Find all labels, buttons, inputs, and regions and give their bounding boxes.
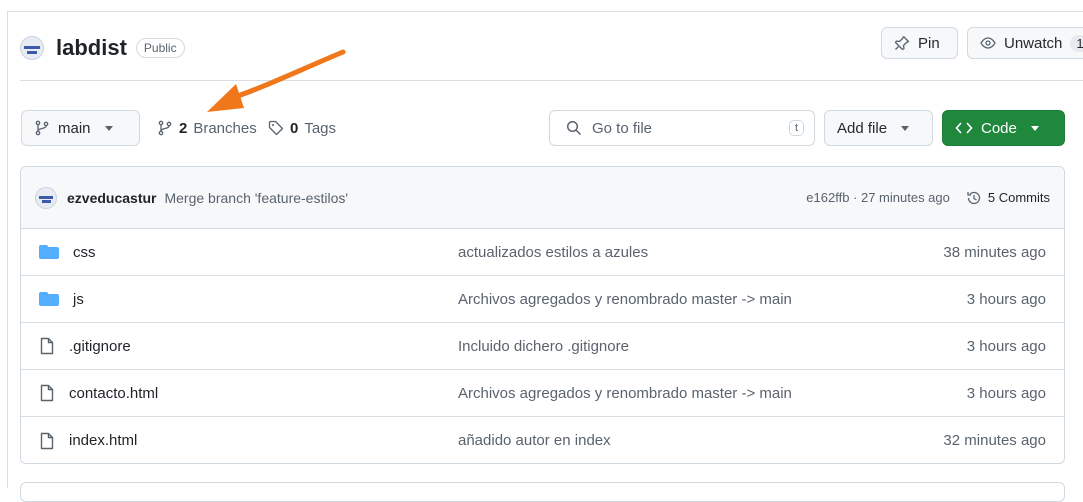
table-row[interactable]: .gitignore Incluido dichero .gitignore 3 h… (21, 323, 1064, 370)
file-commit-message[interactable]: Incluido dichero .gitignore (458, 338, 967, 355)
repo-name[interactable]: labdist (56, 35, 127, 61)
commits-link[interactable]: 5 Commits (966, 190, 1050, 206)
file-name-cell: .gitignore (39, 337, 458, 355)
watch-label: Unwatch (1004, 34, 1063, 52)
tags-link[interactable]: 0 Tags (268, 110, 336, 146)
commit-author[interactable]: ezveducastur (67, 190, 156, 206)
file-name[interactable]: index.html (69, 432, 137, 449)
table-row[interactable]: css actualizados estilos a azules 38 minut… (21, 229, 1064, 276)
table-row[interactable]: js Archivos agregados y renombrado master… (21, 276, 1064, 323)
file-commit-message[interactable]: Archivos agregados y renombrado master -… (458, 291, 967, 308)
file-name-cell: contacto.html (39, 384, 458, 402)
file-table: ezveducastur Merge branch 'feature-estil… (20, 166, 1065, 464)
file-name-cell: js (39, 291, 458, 308)
branches-count: 2 (179, 119, 188, 137)
watch-button[interactable]: Unwatch 1 (967, 27, 1083, 59)
file-age: 38 minutes ago (943, 243, 1046, 261)
repo-avatar[interactable] (20, 36, 44, 60)
file-age: 3 hours ago (966, 384, 1046, 402)
avatar[interactable] (35, 186, 57, 209)
chevron-down-icon (1030, 125, 1039, 131)
tags-count: 0 (290, 119, 299, 137)
file-age: 32 minutes ago (943, 432, 1046, 449)
commits-label: 5 Commits (987, 190, 1050, 205)
file-icon (39, 337, 55, 355)
pin-icon (894, 35, 910, 51)
pin-button[interactable]: Pin (881, 27, 958, 59)
tags-label: Tags (304, 119, 337, 137)
file-name[interactable]: js (73, 291, 84, 308)
code-icon (955, 120, 973, 136)
file-name[interactable]: contacto.html (69, 385, 158, 402)
branch-select[interactable]: main (21, 110, 140, 146)
branches-link[interactable]: 2 Branches (157, 110, 257, 146)
readme-box (20, 482, 1065, 502)
file-commit-message[interactable]: actualizados estilos a azules (458, 244, 943, 261)
file-commit-message[interactable]: añadido autor en index (458, 432, 943, 449)
tag-icon (268, 120, 284, 136)
code-button[interactable]: Code (942, 110, 1065, 146)
file-name[interactable]: css (73, 244, 96, 261)
file-name-cell: index.html (39, 432, 458, 450)
branch-name: main (58, 119, 91, 137)
search-icon (566, 120, 582, 136)
file-name[interactable]: .gitignore (69, 338, 131, 355)
file-icon (39, 384, 55, 402)
commit-meta[interactable]: e162ffb · 27 minutes ago (806, 190, 950, 205)
latest-commit-bar: ezveducastur Merge branch 'feature-estil… (21, 167, 1064, 229)
branches-label: Branches (193, 119, 257, 137)
repo-header: labdist Public (20, 30, 185, 66)
code-label: Code (981, 119, 1017, 137)
header-divider (20, 80, 1083, 81)
go-to-file-input[interactable]: Go to file t (549, 110, 815, 146)
table-row[interactable]: contacto.html Archivos agregados y renomb… (21, 370, 1064, 417)
folder-icon (39, 292, 59, 306)
folder-icon (39, 245, 59, 259)
pin-label: Pin (918, 34, 940, 52)
branch-icon (34, 120, 50, 136)
add-file-label: Add file (837, 119, 888, 137)
table-row[interactable]: index.html añadido autor en index 32 minut… (21, 417, 1064, 463)
chevron-down-icon (901, 125, 910, 131)
visibility-badge: Public (135, 38, 185, 58)
eye-icon (980, 35, 996, 51)
add-file-button[interactable]: Add file (824, 110, 933, 146)
chevron-down-icon (104, 125, 113, 131)
file-list: css actualizados estilos a azules 38 minut… (21, 229, 1064, 463)
shortcut-key: t (788, 120, 804, 136)
file-name-cell: css (39, 244, 458, 261)
branch-icon (157, 120, 173, 136)
history-icon (966, 190, 982, 206)
file-age: 3 hours ago (966, 290, 1046, 308)
file-commit-message[interactable]: Archivos agregados y renombrado master -… (458, 385, 967, 402)
file-icon (39, 432, 55, 450)
watch-count: 1 (1070, 34, 1083, 52)
commit-message[interactable]: Merge branch 'feature-estilos' (164, 190, 348, 206)
go-to-file-placeholder: Go to file (592, 119, 653, 137)
file-age: 3 hours ago (966, 337, 1046, 355)
